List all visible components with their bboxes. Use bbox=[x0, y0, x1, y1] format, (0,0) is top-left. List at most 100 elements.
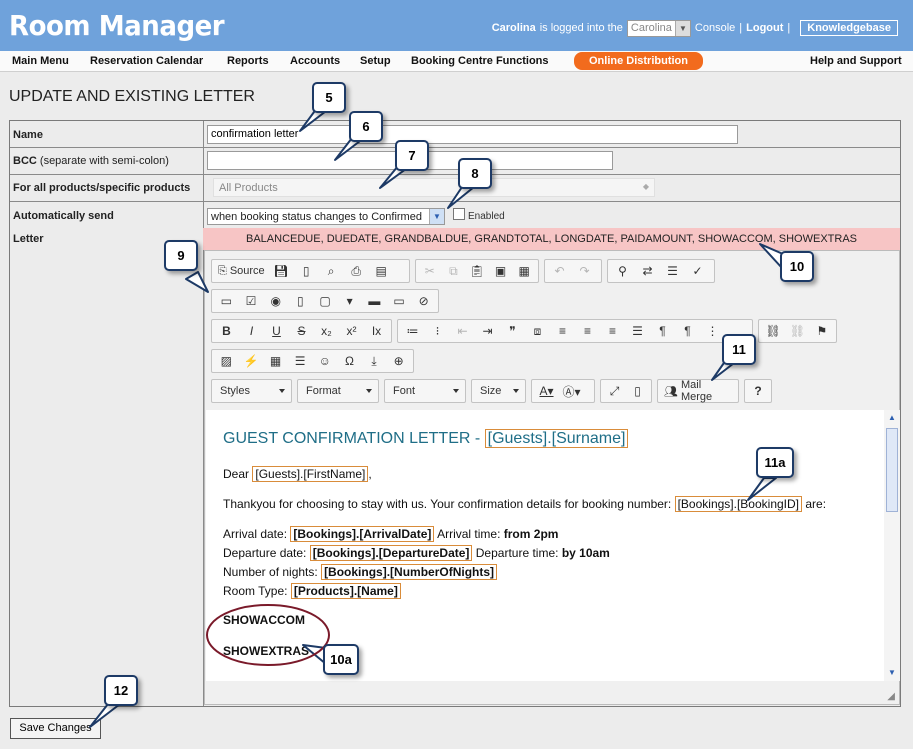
italic-icon[interactable]: I bbox=[239, 320, 264, 342]
menu-online-distribution[interactable]: Online Distribution bbox=[574, 52, 703, 70]
nights-label: Number of nights: bbox=[223, 565, 318, 579]
menu-accounts[interactable]: Accounts bbox=[290, 55, 340, 67]
console-select[interactable]: Carolina ▼ bbox=[626, 19, 691, 37]
replace-icon[interactable]: ⇄ bbox=[635, 260, 660, 282]
underline-icon[interactable]: U bbox=[264, 320, 289, 342]
textfield-icon[interactable]: ▯ bbox=[288, 290, 313, 312]
maximize-icon[interactable]: ⤢ bbox=[603, 380, 626, 402]
image-icon[interactable]: ▨ bbox=[214, 350, 239, 372]
superscript-icon[interactable]: x² bbox=[339, 320, 364, 342]
merge-tag-surname: [Guests].[Surname] bbox=[484, 429, 629, 448]
menu-booking-centre[interactable]: Booking Centre Functions bbox=[411, 55, 549, 67]
help-button[interactable]: ? bbox=[747, 380, 769, 402]
page-break-icon[interactable]: ⤓ bbox=[362, 350, 387, 372]
blockquote-icon[interactable]: ❞ bbox=[500, 320, 525, 342]
unlink-icon[interactable]: ⛓ bbox=[785, 320, 809, 342]
size-combo[interactable]: Size bbox=[471, 379, 526, 403]
merge-tag-firstname: [Guests].[FirstName] bbox=[252, 466, 369, 482]
menu-reservation-calendar[interactable]: Reservation Calendar bbox=[90, 55, 203, 67]
dear-comma: , bbox=[368, 467, 372, 481]
format-combo[interactable]: Format bbox=[297, 379, 379, 403]
size-combo-label: Size bbox=[480, 385, 502, 397]
ltr-icon[interactable]: ¶ bbox=[650, 320, 675, 342]
scroll-up-icon[interactable]: ▲ bbox=[886, 412, 898, 424]
templates-icon[interactable]: ▤ bbox=[369, 260, 394, 282]
autosend-select[interactable]: when booking status changes to Confirmed… bbox=[207, 208, 445, 225]
bold-icon[interactable]: B bbox=[214, 320, 239, 342]
toolbar-colors-group: A▾ Ⓐ▾ bbox=[531, 379, 595, 403]
outdent-icon[interactable]: ⇤ bbox=[450, 320, 475, 342]
undo-icon[interactable]: ↶ bbox=[547, 260, 572, 282]
enabled-checkbox[interactable] bbox=[453, 208, 465, 220]
menu-reports[interactable]: Reports bbox=[227, 55, 269, 67]
save-changes-button[interactable]: Save Changes bbox=[10, 718, 101, 739]
align-center-icon[interactable]: ≡ bbox=[575, 320, 600, 342]
spellcheck-icon[interactable]: ✓ bbox=[685, 260, 710, 282]
menu-setup[interactable]: Setup bbox=[360, 55, 391, 67]
bulleted-list-icon[interactable]: ⁝ bbox=[425, 320, 450, 342]
new-page-icon[interactable]: ▯ bbox=[294, 260, 319, 282]
paste-word-icon[interactable]: ▦ bbox=[512, 260, 536, 282]
checkbox-icon[interactable]: ☑ bbox=[239, 290, 264, 312]
logout-link[interactable]: Logout bbox=[746, 22, 783, 34]
justify-icon[interactable]: ☰ bbox=[625, 320, 650, 342]
name-input[interactable]: confirmation letter bbox=[207, 125, 738, 144]
button-field-icon[interactable]: ▬ bbox=[362, 290, 387, 312]
resize-handle-icon[interactable]: ◢ bbox=[887, 691, 895, 702]
cut-icon[interactable]: ✂ bbox=[418, 260, 442, 282]
indent-icon[interactable]: ⇥ bbox=[475, 320, 500, 342]
menu-main-menu[interactable]: Main Menu bbox=[12, 55, 69, 67]
copy-icon[interactable]: ⧉ bbox=[442, 260, 466, 282]
rich-text-editor: ⎘ Source 💾︎ ▯ ⌕ ⎙ ▤ ✂ ⧉ 📋︎ ▣ ▦ ↶ ↷ ⚲ ⇄ ☰ … bbox=[204, 250, 900, 705]
select-field-icon[interactable]: ▾ bbox=[337, 290, 362, 312]
select-all-icon[interactable]: ☰ bbox=[660, 260, 685, 282]
numbered-list-icon[interactable]: ≔ bbox=[400, 320, 425, 342]
hidden-field-icon[interactable]: ⊘ bbox=[411, 290, 436, 312]
redo-icon[interactable]: ↷ bbox=[572, 260, 597, 282]
products-select[interactable]: All Products ◆ bbox=[213, 178, 655, 197]
smiley-icon[interactable]: ☺ bbox=[313, 350, 338, 372]
save-icon[interactable]: 💾︎ bbox=[269, 260, 294, 282]
paste-text-icon[interactable]: ▣ bbox=[489, 260, 513, 282]
styles-combo[interactable]: Styles bbox=[211, 379, 292, 403]
special-char-icon[interactable]: Ω bbox=[337, 350, 362, 372]
form-icon[interactable]: ▭ bbox=[214, 290, 239, 312]
menu-help-support[interactable]: Help and Support bbox=[810, 55, 902, 67]
subscript-icon[interactable]: x₂ bbox=[314, 320, 339, 342]
rtl-icon[interactable]: ¶ bbox=[675, 320, 700, 342]
editor-scrollbar[interactable]: ▲ ▼ bbox=[884, 410, 900, 681]
anchor-flag-icon[interactable]: ⚑ bbox=[810, 320, 834, 342]
departure-line: Departure date: [Bookings].[DepartureDat… bbox=[223, 545, 610, 561]
horizontal-line-icon[interactable]: ☰ bbox=[288, 350, 313, 372]
show-blocks-icon[interactable]: ▯ bbox=[626, 380, 649, 402]
scroll-down-icon[interactable]: ▼ bbox=[886, 667, 898, 679]
image-button-icon[interactable]: ▭ bbox=[387, 290, 412, 312]
flash-icon[interactable]: ⚡ bbox=[239, 350, 264, 372]
div-container-icon[interactable]: ⧈ bbox=[525, 320, 550, 342]
text-color-icon[interactable]: A▾ bbox=[534, 380, 559, 402]
textarea-icon[interactable]: ▢ bbox=[313, 290, 338, 312]
mail-merge-button[interactable]: 👥︎ Mail Merge bbox=[660, 379, 736, 403]
align-right-icon[interactable]: ≡ bbox=[600, 320, 625, 342]
radio-icon[interactable]: ◉ bbox=[263, 290, 288, 312]
remove-format-icon[interactable]: Ix bbox=[364, 320, 389, 342]
paste-icon[interactable]: 📋︎ bbox=[465, 260, 489, 282]
scroll-thumb[interactable] bbox=[886, 428, 898, 512]
room-line: Room Type: [Products].[Name] bbox=[223, 583, 401, 599]
font-combo[interactable]: Font bbox=[384, 379, 466, 403]
bg-color-icon[interactable]: Ⓐ▾ bbox=[559, 380, 584, 402]
knowledgebase-button[interactable]: Knowledgebase bbox=[800, 20, 898, 36]
toolbar-paragraph-group: ≔ ⁝ ⇤ ⇥ ❞ ⧈ ≡ ≡ ≡ ☰ ¶ ¶ ⋮ bbox=[397, 319, 753, 343]
find-icon[interactable]: ⚲ bbox=[610, 260, 635, 282]
preview-icon[interactable]: ⌕ bbox=[319, 260, 344, 282]
strikethrough-icon[interactable]: S bbox=[289, 320, 314, 342]
align-left-icon[interactable]: ≡ bbox=[550, 320, 575, 342]
print-icon[interactable]: ⎙ bbox=[344, 260, 369, 282]
iframe-globe-icon[interactable]: ⊕ bbox=[386, 350, 411, 372]
link-icon[interactable]: ⛓ bbox=[761, 320, 785, 342]
callout-11: 11 bbox=[722, 334, 756, 365]
table-icon[interactable]: ▦ bbox=[263, 350, 288, 372]
source-button[interactable]: ⎘ Source bbox=[214, 260, 269, 282]
arrival-time-label: Arrival time: bbox=[437, 527, 501, 541]
callout-8: 8 bbox=[458, 158, 492, 189]
